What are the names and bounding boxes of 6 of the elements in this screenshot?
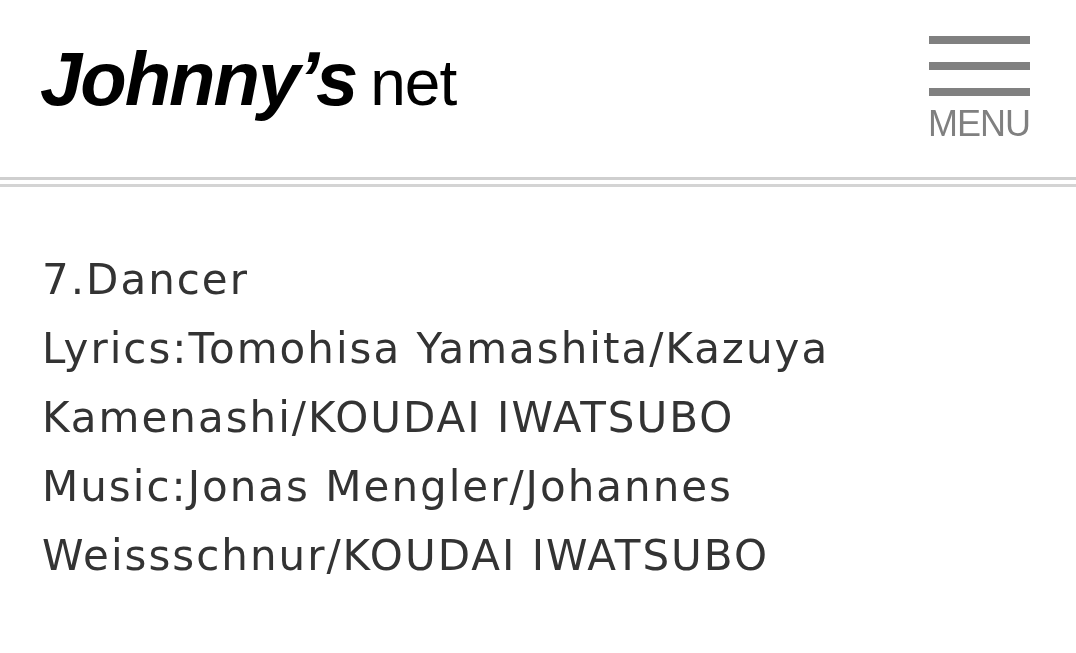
track-title: 7.Dancer bbox=[42, 254, 250, 306]
site-logo[interactable]: Johnny’s net bbox=[40, 34, 457, 128]
menu-button[interactable]: MENU bbox=[928, 36, 1030, 142]
credit-text: Music:Jonas Mengler/Johannes Weissschnur/KOUDAI IWATSUBO bbox=[42, 461, 770, 582]
credit-text: Lyrics:Tomohisa Yamashita/Kazuya Kamenashi/KOUDAI IWATSUBO bbox=[42, 323, 831, 444]
menu-icon bbox=[928, 36, 1030, 96]
